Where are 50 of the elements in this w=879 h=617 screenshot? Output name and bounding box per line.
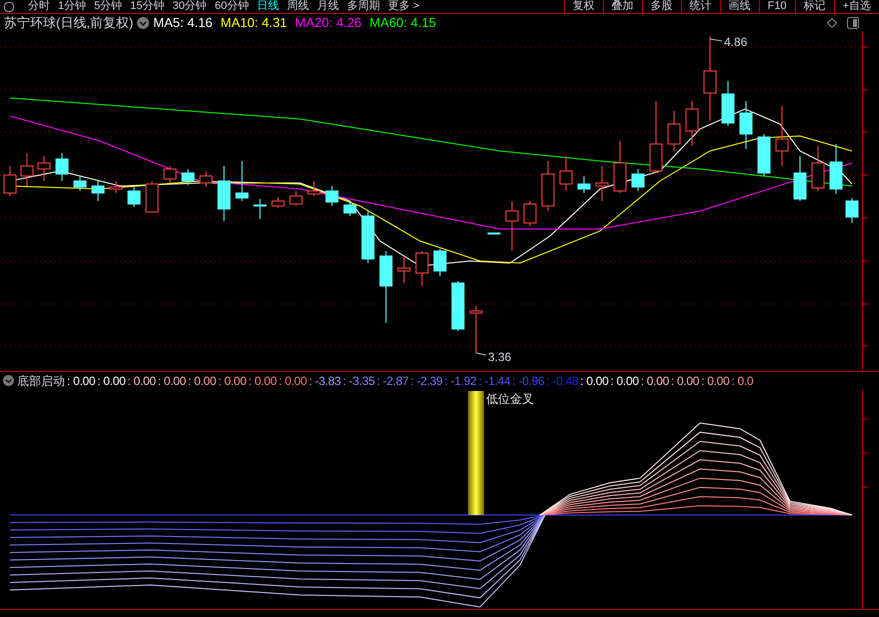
period-tab[interactable]: 60分钟 [210, 0, 253, 13]
indicator-value: : 0.00 [188, 372, 216, 390]
toolbar-button[interactable]: +自选 [834, 0, 879, 14]
indicator-name: 底部启动 [17, 372, 65, 390]
toolbar-button[interactable]: 画线 [720, 0, 759, 14]
stock-title: 苏宁环球(日线,前复权) [4, 14, 134, 32]
indicator-value: : 0.00 [158, 372, 186, 390]
indicator-value: : 0.00 [610, 372, 639, 390]
toolbar-button[interactable]: 标记 [794, 0, 834, 14]
ma-value: MA60: 4.15 [370, 14, 436, 32]
indicator-value: : -2.87 [376, 372, 409, 390]
indicator-value: : 0.00 [248, 372, 277, 390]
indicator-value: : 0.00 [127, 372, 156, 390]
toolbar-button[interactable]: 叠加 [602, 0, 642, 14]
period-tab[interactable]: 月线 [313, 0, 343, 13]
low-price-label: 3.36 [488, 349, 512, 366]
period-tab[interactable]: 日线 [253, 0, 283, 13]
period-tab[interactable]: 1分钟 [54, 0, 90, 13]
indicator-value: : -3.83 [308, 372, 341, 390]
period-tab[interactable]: 5分钟 [90, 0, 126, 13]
toolbar-button[interactable]: 统计 [680, 0, 720, 14]
indicator-value: : 0.00 [67, 372, 96, 390]
indicator-value: : -1.44 [478, 372, 510, 390]
period-tab[interactable]: 更多 > [384, 0, 424, 13]
indicator-value: : 0.0 [731, 372, 754, 390]
indicator-value: : 0.00 [640, 372, 669, 390]
period-tab[interactable]: 15分钟 [126, 0, 168, 13]
ma-value: MA10: 4.31 [220, 14, 288, 32]
indicator-value: : -3.35 [342, 372, 375, 390]
indicator-value: : -1.92 [444, 372, 476, 390]
period-tab[interactable]: 分时 [24, 0, 54, 13]
indicator-value: : 0.00 [278, 372, 307, 390]
toolbar-button[interactable]: 多股 [642, 0, 681, 14]
indicator-value: : -2.39 [410, 372, 443, 390]
period-tab[interactable]: 多周期 [343, 0, 384, 13]
signal-label: 低位金叉 [486, 391, 534, 408]
toolbar-button[interactable]: 复权 [564, 0, 603, 14]
high-price-label: 4.86 [724, 34, 748, 51]
ma-value: MA5: 4.16 [153, 14, 213, 32]
indicator-value: : -0.96 [512, 372, 544, 390]
ma-value: MA20: 4.26 [295, 14, 362, 32]
indicator-value: : 0.00 [218, 372, 246, 390]
toolbar-button[interactable]: F10 [758, 0, 795, 14]
indicator-value: : 0.00 [701, 372, 730, 390]
indicator-value: : 0.00 [580, 372, 608, 390]
period-tab[interactable]: 周线 [283, 0, 313, 13]
period-tab[interactable]: 30分钟 [168, 0, 211, 13]
indicator-value: : 0.00 [670, 372, 700, 390]
indicator-value: : -0.48 [546, 372, 578, 390]
indicator-value: : 0.00 [97, 372, 126, 390]
